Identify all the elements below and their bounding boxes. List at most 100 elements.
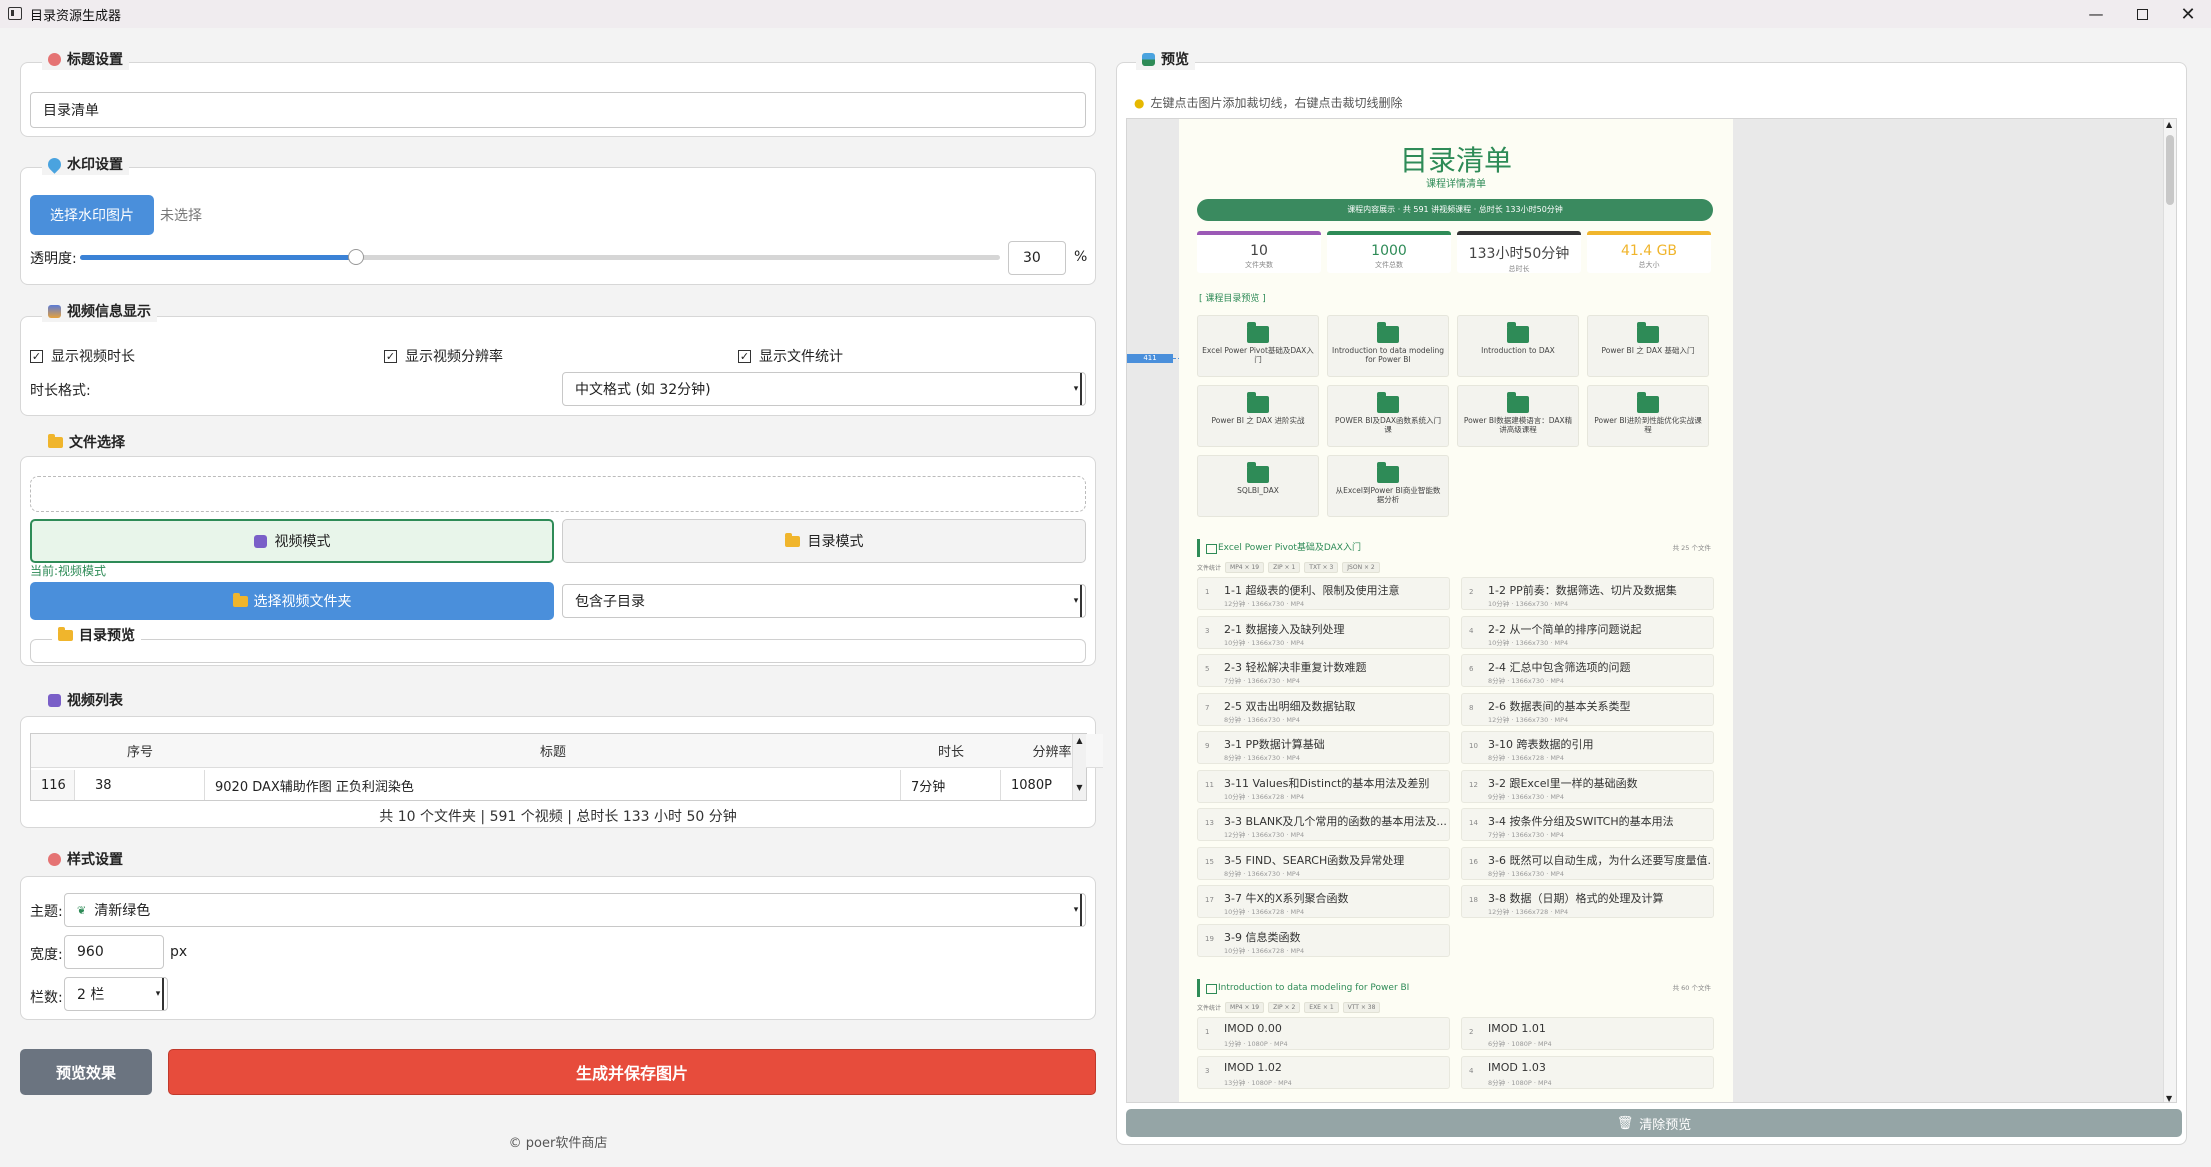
video-item[interactable]: 12 3-2 跟Excel里一样的基础函数 9分钟 · 1366x730 · MP4: [1461, 769, 1714, 803]
preview-button[interactable]: 预览效果: [20, 1049, 152, 1095]
show-duration-checkbox[interactable]: ✓ 显示视频时长: [30, 346, 135, 366]
opacity-slider-handle[interactable]: [348, 249, 364, 265]
stat-label: 总时长: [1508, 265, 1530, 273]
folder-card[interactable]: POWER BI及DAX函数系统入门课: [1327, 385, 1449, 447]
show-resolution-checkbox[interactable]: ✓ 显示视频分辨率: [384, 346, 503, 366]
video-item[interactable]: 4 IMOD 1.03 8分钟 · 1080P · MP4: [1461, 1055, 1714, 1089]
item-meta: 10分钟 · 1366x730 · MP4: [1488, 600, 1569, 608]
folder-card[interactable]: Introduction to DAX: [1457, 315, 1579, 377]
video-item[interactable]: 18 3-8 数据（日期）格式的处理及计算 12分钟 · 1366x728 · MP…: [1461, 885, 1714, 918]
video-item[interactable]: 3 IMOD 1.02 13分钟 · 1080P · MP4: [1197, 1055, 1450, 1089]
col-header-resolution[interactable]: 分辨率: [1001, 734, 1103, 768]
opacity-label: 透明度:: [30, 251, 77, 267]
folder-card[interactable]: Power BI数据建模语言：DAX精讲高级课程: [1457, 385, 1579, 447]
video-item[interactable]: 6 2-4 汇总中包含筛选项的问题 8分钟 · 1366x730 · MP4: [1461, 654, 1714, 687]
choose-watermark-button[interactable]: 选择水印图片: [30, 195, 154, 235]
item-number: 19: [1205, 934, 1214, 943]
video-item[interactable]: 7 2-5 双击出明细及数据钻取 8分钟 · 1366x730 · MP4: [1197, 692, 1450, 726]
section-count: 共 60 个文件: [1672, 984, 1711, 992]
title-input[interactable]: 目录清单: [30, 92, 1086, 128]
width-input[interactable]: 960: [64, 935, 164, 969]
item-number: 18: [1469, 896, 1478, 904]
folder-card[interactable]: 从Excel到Power BI商业智能数据分析: [1327, 455, 1449, 517]
video-item[interactable]: 5 2-3 轻松解决非重复计数难题 7分钟 · 1366x730 · MP4: [1197, 654, 1450, 687]
folder-card[interactable]: Excel Power Pivot基础及DAX入门: [1197, 315, 1319, 377]
subdir-select[interactable]: 包含子目录 ▾: [562, 584, 1086, 618]
minimize-icon[interactable]: —: [2073, 0, 2119, 28]
close-icon[interactable]: ✕: [2165, 0, 2211, 28]
item-title: 2-6 数据表间的基本关系类型: [1488, 699, 1631, 713]
row-duration[interactable]: 7分钟: [901, 770, 1001, 800]
video-item[interactable]: 4 2-2 从一个简单的排序问题说起 10分钟 · 1366x730 · MP4: [1461, 615, 1714, 649]
theme-select[interactable]: ❦ 清新绿色 ▾: [64, 893, 1086, 927]
maximize-icon[interactable]: [2119, 0, 2165, 28]
generate-button[interactable]: 生成并保存图片: [168, 1049, 1096, 1095]
video-item[interactable]: 2 1-2 PP前奏：数据筛选、切片及数据集 10分钟 · 1366x730 · M…: [1461, 577, 1714, 610]
show-stats-checkbox[interactable]: ✓ 显示文件统计: [738, 346, 843, 366]
file-tag: VTT × 38: [1342, 1001, 1381, 1013]
watermark-status: 未选择: [160, 208, 202, 224]
section-title: Excel Power Pivot基础及DAX入门: [1218, 543, 1361, 553]
video-item[interactable]: 16 3-6 既然可以自动生成，为什么还要写度量值... 8分钟 · 1366x73…: [1461, 846, 1714, 880]
drop-zone[interactable]: [30, 476, 1086, 512]
item-meta: 8分钟 · 1366x730 · MP4: [1224, 869, 1300, 878]
doc-section-title: [ 课程目录预览 ]: [1199, 294, 1266, 304]
video-mode-button[interactable]: 视频模式: [30, 519, 554, 563]
folder-icon: [1247, 392, 1269, 413]
opacity-input[interactable]: 30: [1008, 241, 1066, 275]
stat-card: 10 文件夹数: [1197, 231, 1321, 273]
preview-scrollbar[interactable]: ▲ ▼: [2163, 119, 2176, 1102]
scroll-down-icon[interactable]: ▼: [2166, 1094, 2172, 1102]
clear-preview-button[interactable]: 🗑 清除预览: [1126, 1109, 2182, 1137]
item-meta: 13分钟 · 1080P · MP4: [1224, 1078, 1292, 1087]
video-item[interactable]: 14 3-4 按条件分组及SWITCH的基本用法 7分钟 · 1366x730 · …: [1461, 808, 1714, 841]
folder-icon: [58, 626, 73, 641]
folder-icon: [1637, 392, 1659, 413]
cut-line-marker[interactable]: 411: [1127, 354, 1173, 363]
video-item[interactable]: 17 3-7 牛X的X系列聚合函数 10分钟 · 1366x728 · MP4: [1197, 885, 1450, 918]
row-title[interactable]: 9020 DAX辅助作图 正负利润染色: [205, 770, 901, 800]
duration-format-select[interactable]: 中文格式 (如 32分钟) ▾: [562, 372, 1086, 406]
video-item[interactable]: 19 3-9 信息类函数 10分钟 · 1366x728 · MP4: [1197, 923, 1450, 957]
folder-card[interactable]: Power BI进阶到性能优化实战课程: [1587, 385, 1709, 447]
folder-name: Power BI数据建模语言：DAX精讲高级课程: [1463, 416, 1573, 434]
item-title: 3-6 既然可以自动生成，为什么还要写度量值...: [1488, 853, 1710, 867]
item-number: 9: [1205, 742, 1210, 750]
preview-canvas[interactable]: 411 目录清单 课程详情清单 课程内容展示 · 共 591 讲视频课程 · 总…: [1126, 118, 2177, 1103]
video-item[interactable]: 15 3-5 FIND、SEARCH函数及异常处理 8分钟 · 1366x730 ·…: [1197, 846, 1450, 880]
preview-scroll-thumb[interactable]: [2166, 135, 2174, 205]
folder-card[interactable]: Power BI 之 DAX 进阶实战: [1197, 385, 1319, 447]
col-header-duration[interactable]: 时长: [901, 734, 1001, 768]
video-item[interactable]: 1 1-1 超级表的便利、限制及使用注意 12分钟 · 1366x730 · MP4: [1197, 577, 1450, 610]
scroll-up-icon[interactable]: ▲: [2166, 120, 2172, 129]
video-item[interactable]: 10 3-10 跨表数据的引用 8分钟 · 1366x728 · MP4: [1461, 731, 1714, 764]
col-header-num[interactable]: 序号: [75, 734, 205, 768]
row-num[interactable]: 38: [75, 770, 205, 800]
stat-card: 1000 文件总数: [1327, 231, 1451, 273]
table-scrollbar[interactable]: ▲ ▼: [1072, 734, 1086, 800]
cols-select[interactable]: 2 栏 ▾: [64, 977, 168, 1011]
video-item[interactable]: 1 IMOD 0.00 1分钟 · 1080P · MP4: [1197, 1017, 1450, 1050]
col-header-title[interactable]: 标题: [205, 734, 901, 768]
choose-folder-button[interactable]: 选择视频文件夹: [30, 582, 554, 620]
folder-card[interactable]: Introduction to data modeling for Power …: [1327, 315, 1449, 377]
row-resolution[interactable]: 1080P: [1001, 770, 1103, 800]
opacity-slider[interactable]: [80, 249, 1000, 265]
video-item[interactable]: 3 2-1 数据接入及缺列处理 10分钟 · 1366x730 · MP4: [1197, 615, 1450, 649]
video-item[interactable]: 8 2-6 数据表间的基本关系类型 12分钟 · 1366x730 · MP4: [1461, 692, 1714, 726]
folder-card[interactable]: Power BI 之 DAX 基础入门: [1587, 315, 1709, 377]
video-item[interactable]: 9 3-1 PP数据计算基础 8分钟 · 1366x730 · MP4: [1197, 731, 1450, 764]
stat-label: 文件夹数: [1245, 261, 1273, 269]
video-item[interactable]: 2 IMOD 1.01 6分钟 · 1080P · MP4: [1461, 1017, 1714, 1050]
preview-document: 目录清单 课程详情清单 课程内容展示 · 共 591 讲视频课程 · 总时长 1…: [1179, 119, 1733, 1102]
doc-banner: 课程内容展示 · 共 591 讲视频课程 · 总时长 133小时50分钟: [1197, 199, 1713, 221]
dir-mode-button[interactable]: 目录模式: [562, 519, 1086, 563]
item-meta: 8分钟 · 1366x728 · MP4: [1488, 754, 1564, 762]
item-title: 2-3 轻松解决非重复计数难题: [1224, 661, 1367, 674]
item-meta: 10分钟 · 1366x730 · MP4: [1224, 638, 1305, 647]
item-title: 3-8 数据（日期）格式的处理及计算: [1488, 892, 1664, 905]
folder-card[interactable]: SQLBI_DAX: [1197, 455, 1319, 517]
video-item[interactable]: 13 3-3 BLANK及几个常用的函数的基本用法及... 12分钟 · 1366x…: [1197, 808, 1450, 841]
row-index: 116: [31, 770, 75, 800]
video-item[interactable]: 11 3-11 Values和Distinct的基本用法及差别 10分钟 · 136…: [1197, 769, 1450, 803]
